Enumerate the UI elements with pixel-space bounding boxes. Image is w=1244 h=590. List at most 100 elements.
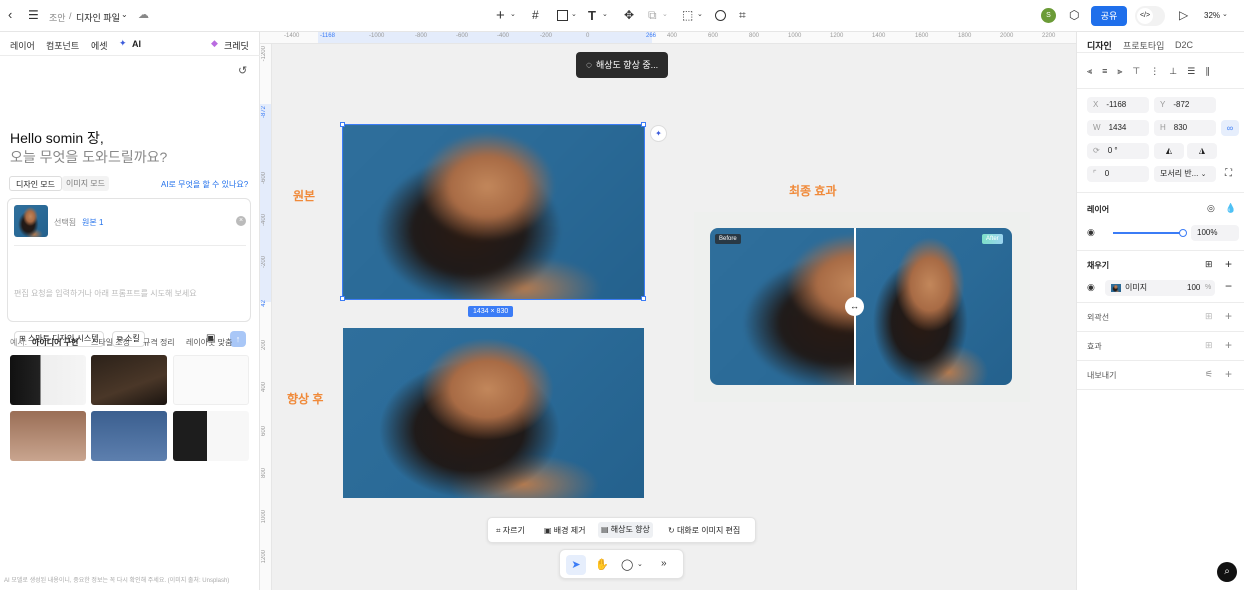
plugin-icon[interactable]: ⬡: [1069, 8, 1079, 22]
resize-handle[interactable]: [340, 122, 345, 127]
align-bottom-icon[interactable]: ⊥: [1169, 66, 1187, 77]
settings-slider-icon[interactable]: ⚟: [1205, 369, 1213, 380]
tab-components[interactable]: 컴포넌트: [46, 39, 79, 52]
align-right-icon[interactable]: ⫸: [1117, 66, 1132, 77]
chevron-down-icon[interactable]: ⌄: [571, 10, 577, 18]
crop-icon[interactable]: ⌗: [739, 8, 746, 23]
example-thumbnail[interactable]: [91, 411, 167, 461]
chat-edit-button[interactable]: ↻ 대화로 이미지 편집: [668, 525, 740, 536]
add-icon[interactable]: +: [496, 7, 505, 24]
example-chip[interactable]: 스타일 조정: [91, 337, 130, 348]
send-button[interactable]: ↑: [230, 331, 246, 347]
chevron-down-icon[interactable]: ⌄: [662, 10, 668, 18]
eye-icon[interactable]: ◉: [1087, 227, 1095, 238]
vector-icon[interactable]: ⬚: [682, 8, 693, 22]
text-icon[interactable]: T: [588, 8, 596, 23]
breadcrumb-parent[interactable]: 조안: [49, 11, 66, 24]
example-chip[interactable]: 규격 정리: [143, 337, 175, 348]
crop-button[interactable]: ⌗ 자르기: [496, 525, 525, 536]
tab-prototype[interactable]: 프로토타입: [1123, 39, 1164, 52]
opacity-slider[interactable]: [1113, 229, 1187, 237]
file-name[interactable]: 디자인 파일: [76, 11, 120, 24]
share-button[interactable]: 공유: [1091, 6, 1127, 26]
y-field[interactable]: Y -872: [1154, 97, 1216, 113]
independent-corners-icon[interactable]: ⛶: [1225, 168, 1232, 179]
comparison-view[interactable]: ↔ Before After: [710, 228, 1012, 385]
align-middle-icon[interactable]: ⋮: [1150, 66, 1169, 77]
flip-horizontal-icon[interactable]: ◭: [1154, 143, 1184, 159]
tab-credit[interactable]: 크레딧: [224, 39, 249, 52]
frame-icon[interactable]: #: [532, 8, 539, 22]
design-mode-button[interactable]: 디자인 모드: [9, 176, 63, 191]
chevron-down-icon[interactable]: ⌄: [510, 10, 516, 18]
boolean-icon[interactable]: ⧉: [648, 8, 657, 23]
example-thumbnail[interactable]: [173, 355, 249, 405]
opacity-slider-knob[interactable]: [1179, 229, 1187, 237]
eye-icon[interactable]: ◉: [1087, 282, 1095, 293]
comment-tool-icon[interactable]: ◯: [621, 558, 633, 571]
tab-assets[interactable]: 에셋: [91, 39, 108, 52]
rectangle-icon[interactable]: [557, 10, 568, 21]
remove-background-button[interactable]: ▣ 배경 제거: [544, 525, 585, 536]
chevron-down-icon[interactable]: ⌄: [602, 10, 608, 18]
distribute-icon[interactable]: ☰: [1187, 66, 1205, 77]
chevron-down-icon[interactable]: ⌄: [697, 10, 703, 18]
close-icon[interactable]: ×: [236, 216, 246, 226]
blend-icon[interactable]: ◎: [1207, 203, 1215, 214]
image-mode-button[interactable]: 이미지 모드: [62, 176, 110, 191]
align-center-icon[interactable]: ≡: [1102, 66, 1117, 76]
search-icon[interactable]: ⌕: [1217, 562, 1237, 582]
x-field[interactable]: X -1168: [1087, 97, 1149, 113]
chevron-down-icon[interactable]: ⌄: [121, 10, 128, 19]
example-thumbnail[interactable]: [10, 355, 86, 405]
expand-icon[interactable]: »: [661, 558, 667, 569]
history-icon[interactable]: ↺: [238, 64, 247, 77]
example-chip[interactable]: 아이디어 구현: [32, 337, 78, 348]
component-icon[interactable]: ✥: [624, 8, 634, 22]
grid-icon[interactable]: ⊞: [1205, 340, 1213, 351]
resize-handle[interactable]: [641, 122, 646, 127]
align-top-icon[interactable]: ⊤: [1132, 66, 1150, 77]
chevron-down-icon[interactable]: ⌄: [1222, 10, 1228, 18]
example-chip[interactable]: 레이아웃 맞춤: [186, 337, 232, 348]
example-thumbnail[interactable]: [10, 411, 86, 461]
drag-handle-icon[interactable]: ↔: [845, 297, 864, 316]
rotation-field[interactable]: ⟳ 0 °: [1087, 143, 1149, 159]
radius-field[interactable]: ⌜ 0: [1087, 166, 1149, 182]
ai-help-link[interactable]: AI로 무엇을 할 수 있나요?: [161, 179, 248, 190]
select-tool-icon[interactable]: ➤: [566, 555, 586, 575]
back-icon[interactable]: ‹: [8, 8, 12, 21]
width-field[interactable]: W 1434: [1087, 120, 1149, 136]
code-toggle[interactable]: </>: [1135, 6, 1165, 26]
add-effect-icon[interactable]: +: [1225, 338, 1232, 352]
menu-icon[interactable]: ☰: [28, 8, 39, 22]
zoom-level[interactable]: 32%: [1204, 11, 1220, 20]
tab-ai[interactable]: AI: [132, 39, 141, 49]
tab-design[interactable]: 디자인: [1087, 39, 1112, 52]
chevron-down-icon[interactable]: ⌄: [637, 560, 643, 568]
prompt-input[interactable]: 편집 요청을 입력하거나 아래 프롬프트를 시도해 보세요: [14, 288, 197, 299]
play-icon[interactable]: ▷: [1179, 8, 1188, 22]
hand-tool-icon[interactable]: ✋: [595, 558, 609, 571]
fill-item[interactable]: 이미지 100%: [1105, 280, 1215, 296]
add-stroke-icon[interactable]: +: [1225, 309, 1232, 323]
resize-handle[interactable]: [641, 296, 646, 301]
add-fill-icon[interactable]: +: [1225, 257, 1232, 271]
grid-icon[interactable]: ⊞: [1205, 259, 1213, 270]
link-ratio-icon[interactable]: ∞: [1221, 120, 1239, 136]
example-thumbnail[interactable]: [91, 355, 167, 405]
original-image[interactable]: [343, 125, 644, 299]
corner-mode-select[interactable]: 모서리 반... ⌄: [1154, 166, 1216, 182]
avatar[interactable]: S: [1041, 8, 1056, 23]
distribute-vertical-icon[interactable]: ∥: [1205, 66, 1220, 77]
upscale-button[interactable]: ▤ 해상도 향상: [598, 522, 653, 538]
height-field[interactable]: H 830: [1154, 120, 1216, 136]
remove-fill-icon[interactable]: −: [1225, 279, 1232, 293]
drop-icon[interactable]: 💧: [1225, 203, 1236, 214]
grid-icon[interactable]: ⊞: [1205, 311, 1213, 322]
ai-edit-icon[interactable]: ✦: [650, 125, 667, 142]
ellipse-icon[interactable]: [715, 10, 726, 21]
resize-handle[interactable]: [340, 296, 345, 301]
flip-vertical-icon[interactable]: ◮: [1187, 143, 1217, 159]
add-export-icon[interactable]: +: [1225, 367, 1232, 381]
